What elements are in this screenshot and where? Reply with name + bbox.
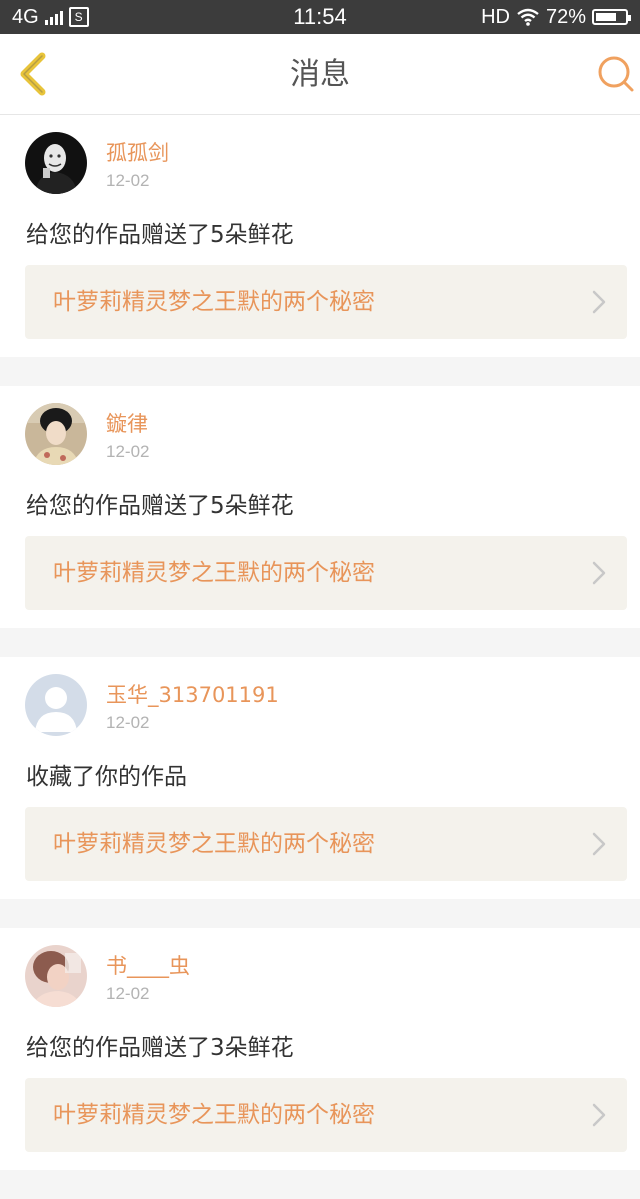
avatar[interactable] bbox=[25, 132, 87, 194]
work-link[interactable]: 叶萝莉精灵梦之王默的两个秘密 bbox=[25, 536, 627, 610]
status-left: 4G S bbox=[12, 6, 89, 29]
message-card: 玉华_313701191 12-02 收藏了你的作品 叶萝莉精灵梦之王默的两个秘… bbox=[0, 657, 640, 899]
username[interactable]: 孤孤剑 bbox=[106, 137, 169, 167]
network-type: 4G bbox=[12, 5, 39, 28]
sim-icon: S bbox=[68, 7, 89, 27]
status-bar: 4G S 11:54 HD 72% bbox=[0, 0, 640, 34]
message-text: 给您的作品赠送了3朵鲜花 bbox=[26, 1035, 294, 1061]
message-card: 鏇律 12-02 给您的作品赠送了5朵鲜花 叶萝莉精灵梦之王默的两个秘密 bbox=[0, 386, 640, 628]
message-date: 12-02 bbox=[106, 984, 150, 1003]
work-link[interactable]: 叶萝莉精灵梦之王默的两个秘密 bbox=[25, 807, 627, 881]
hd-label: HD bbox=[481, 5, 510, 28]
username[interactable]: 玉华_313701191 bbox=[106, 679, 279, 709]
message-text: 给您的作品赠送了5朵鲜花 bbox=[26, 493, 294, 519]
nav-bar: 消息 bbox=[0, 34, 640, 115]
battery-percent: 72% bbox=[545, 5, 586, 28]
message-card: 孤孤剑 12-02 给您的作品赠送了5朵鲜花 叶萝莉精灵梦之王默的两个秘密 bbox=[0, 115, 640, 357]
message-text: 给您的作品赠送了5朵鲜花 bbox=[26, 222, 294, 248]
avatar[interactable] bbox=[25, 674, 87, 736]
message-text: 收藏了你的作品 bbox=[26, 764, 187, 790]
username[interactable]: 鏇律 bbox=[106, 408, 148, 438]
message-list: 孤孤剑 12-02 给您的作品赠送了5朵鲜花 叶萝莉精灵梦之王默的两个秘密 鏇律… bbox=[0, 115, 640, 1199]
avatar[interactable] bbox=[25, 403, 87, 465]
battery-icon bbox=[592, 9, 631, 25]
search-button[interactable] bbox=[596, 54, 638, 96]
battery-fill bbox=[596, 13, 616, 21]
status-right: HD 72% bbox=[481, 5, 631, 29]
chevron-right-icon bbox=[592, 1103, 606, 1127]
message-date: 12-02 bbox=[106, 171, 150, 190]
work-title: 叶萝莉精灵梦之王默的两个秘密 bbox=[53, 560, 375, 586]
message-date: 12-02 bbox=[106, 442, 150, 461]
chevron-right-icon bbox=[592, 561, 606, 585]
message-card: 书____虫 12-02 给您的作品赠送了3朵鲜花 叶萝莉精灵梦之王默的两个秘密 bbox=[0, 928, 640, 1170]
username[interactable]: 书____虫 bbox=[106, 950, 190, 980]
avatar[interactable] bbox=[25, 945, 87, 1007]
wifi-icon bbox=[517, 8, 539, 26]
chevron-right-icon bbox=[592, 290, 606, 314]
work-title: 叶萝莉精灵梦之王默的两个秘密 bbox=[53, 831, 375, 857]
search-icon bbox=[598, 56, 634, 92]
signal-icon bbox=[44, 9, 63, 25]
work-link[interactable]: 叶萝莉精灵梦之王默的两个秘密 bbox=[25, 265, 627, 339]
message-date: 12-02 bbox=[106, 713, 150, 732]
work-title: 叶萝莉精灵梦之王默的两个秘密 bbox=[53, 289, 375, 315]
page-title: 消息 bbox=[290, 57, 350, 92]
chevron-right-icon bbox=[592, 832, 606, 856]
